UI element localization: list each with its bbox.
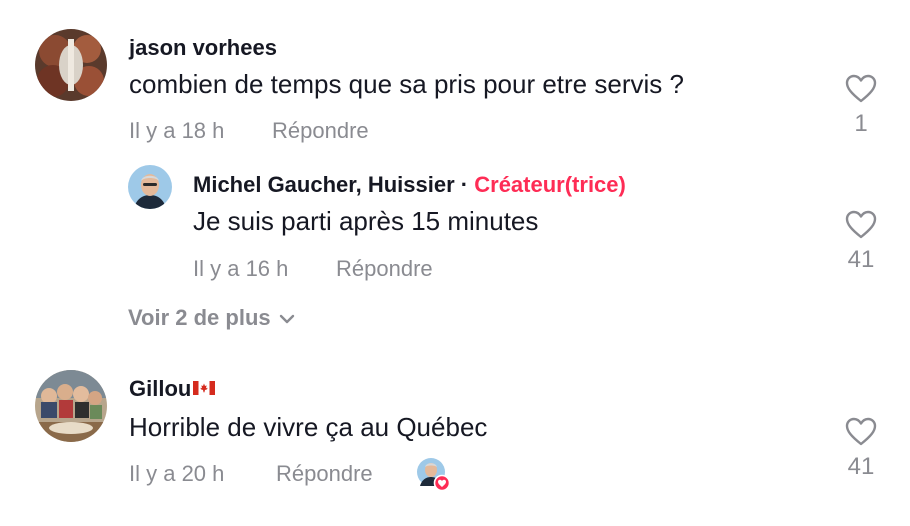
heart-badge-icon xyxy=(433,474,451,492)
comment-username-text: Gillou xyxy=(129,376,192,401)
comment-item: jason vorhees combien de temps que sa pr… xyxy=(0,0,910,160)
comment-text: Horrible de vivre ça au Québec xyxy=(129,412,488,442)
canada-flag-icon xyxy=(193,381,216,395)
comment-username[interactable]: jason vorhees xyxy=(129,35,277,61)
creator-badge: Créateur(trice) xyxy=(474,172,626,197)
view-more-label: Voir 2 de plus xyxy=(128,305,271,330)
reply-username-text: Michel Gaucher, Huissier xyxy=(193,172,455,197)
reply-text: Je suis parti après 15 minutes xyxy=(193,206,539,236)
heart-outline-icon xyxy=(845,417,877,446)
view-more-replies-button[interactable]: Voir 2 de plus xyxy=(128,305,295,331)
like-button[interactable]: 41 xyxy=(836,417,886,481)
comment-item: Gillou Horrible de vivre ça au Québec Il… xyxy=(0,350,910,526)
chevron-down-icon xyxy=(279,314,294,324)
like-count: 1 xyxy=(854,110,868,137)
creator-liked-indicator xyxy=(416,457,451,492)
like-button[interactable]: 41 xyxy=(836,210,886,274)
reply-username[interactable]: Michel Gaucher, Huissier · Créateur(tric… xyxy=(193,172,626,198)
reply-timestamp: Il y a 16 h xyxy=(193,256,289,281)
reply-item: Michel Gaucher, Huissier · Créateur(tric… xyxy=(0,160,910,290)
comment-timestamp: Il y a 18 h xyxy=(129,118,225,143)
avatar[interactable] xyxy=(128,165,172,209)
heart-outline-icon xyxy=(845,74,877,103)
comment-text: combien de temps que sa pris pour etre s… xyxy=(129,69,684,99)
reply-button[interactable]: Répondre xyxy=(272,118,369,144)
like-button[interactable]: 1 xyxy=(836,74,886,138)
heart-outline-icon xyxy=(845,210,877,239)
reply-button[interactable]: Répondre xyxy=(336,256,433,282)
reply-button[interactable]: Répondre xyxy=(276,461,373,487)
comment-timestamp: Il y a 20 h xyxy=(129,461,225,486)
avatar[interactable] xyxy=(35,29,107,101)
like-count: 41 xyxy=(847,453,875,480)
like-count: 41 xyxy=(847,246,875,273)
separator-dot: · xyxy=(460,172,469,197)
comment-username[interactable]: Gillou xyxy=(129,376,216,402)
avatar[interactable] xyxy=(35,370,107,442)
